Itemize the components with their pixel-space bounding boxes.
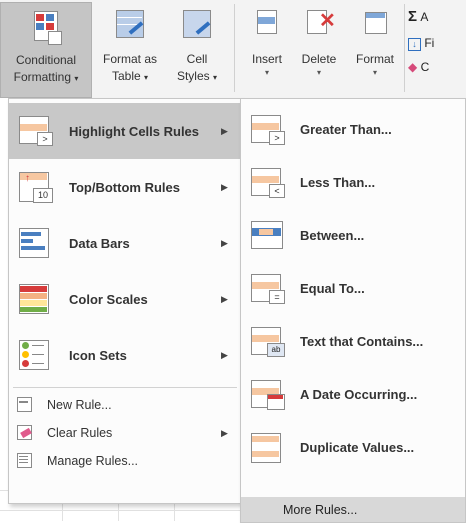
equal-to-label: Equal To...: [300, 281, 365, 296]
format-as-table-label-2: Table: [111, 69, 141, 83]
ribbon-separator: [234, 4, 235, 92]
icon-sets-label: Icon Sets: [69, 347, 127, 363]
insert-button[interactable]: Insert ▾: [244, 2, 290, 96]
format-dropdown-icon: ▾: [372, 68, 377, 77]
delete-dropdown-icon: ▾: [316, 68, 321, 77]
menu-item-manage-rules[interactable]: Manage Rules...: [9, 447, 241, 475]
clear-rules-label: Clear Rules: [47, 426, 113, 440]
ribbon-separator: [404, 4, 405, 92]
submenu-arrow-icon: ▶: [221, 237, 228, 248]
fill-label: Fi: [424, 36, 435, 50]
text-contains-icon: ab: [251, 325, 287, 359]
less-than-icon: <: [251, 166, 287, 200]
cell-styles-label-1: Cell: [186, 52, 208, 66]
date-occurring-label: A Date Occurring...: [300, 387, 418, 402]
manage-rules-icon: [17, 453, 33, 469]
autosum-button[interactable]: Σ A: [408, 6, 428, 28]
clear-button[interactable]: ◆ C: [408, 56, 429, 78]
data-bars-label: Data Bars: [69, 235, 130, 251]
greater-than-icon: >: [251, 113, 287, 147]
submenu-arrow-icon: ▶: [221, 349, 228, 360]
highlight-cells-rules-icon: >: [19, 114, 53, 148]
insert-cells-icon: [247, 4, 287, 50]
menu-separator: [13, 387, 237, 388]
between-label: Between...: [300, 228, 365, 243]
submenu-item-less-than[interactable]: < Less Than...: [241, 156, 465, 209]
clear-label: C: [420, 60, 430, 74]
menu-item-color-scales[interactable]: Color Scales ▶: [9, 271, 241, 327]
conditional-formatting-label-2: Formatting: [13, 70, 71, 84]
new-rule-icon: [17, 397, 33, 413]
cell-styles-label-2: Styles: [176, 69, 210, 83]
format-as-table-icon: [110, 4, 150, 50]
menu-item-data-bars[interactable]: Data Bars ▶: [9, 215, 241, 271]
equal-to-icon: =: [251, 272, 287, 306]
submenu-arrow-icon: ▶: [221, 293, 228, 304]
cell-styles-icon: [177, 4, 217, 50]
manage-rules-label: Manage Rules...: [47, 454, 139, 468]
submenu-item-duplicate-values[interactable]: Duplicate Values...: [241, 421, 465, 474]
format-as-table-label-1: Format as: [102, 52, 157, 66]
submenu-item-greater-than[interactable]: > Greater Than...: [241, 103, 465, 156]
conditional-formatting-label-1: Conditional: [15, 53, 77, 67]
greater-than-label: Greater Than...: [300, 122, 392, 137]
text-contains-label: Text that Contains...: [300, 334, 424, 349]
submenu-item-between[interactable]: Between...: [241, 209, 465, 262]
insert-label: Insert: [251, 52, 282, 66]
highlight-cells-rules-submenu: > Greater Than... < Less Than... Between…: [240, 98, 466, 523]
autosum-label: A: [420, 10, 429, 24]
menu-item-new-rule[interactable]: New Rule...: [9, 391, 241, 419]
menu-item-icon-sets[interactable]: Icon Sets ▶: [9, 327, 241, 383]
duplicate-values-label: Duplicate Values...: [300, 440, 415, 455]
format-as-table-button[interactable]: Format as Table ▾: [94, 2, 166, 96]
color-scales-icon: [19, 282, 53, 316]
cell-styles-button[interactable]: Cell Styles ▾: [168, 2, 226, 96]
new-rule-label: New Rule...: [47, 398, 112, 412]
format-label: Format: [355, 52, 394, 66]
submenu-item-date-occurring[interactable]: A Date Occurring...: [241, 368, 465, 421]
between-icon: [251, 219, 287, 253]
insert-dropdown-icon: ▾: [264, 68, 269, 77]
conditional-formatting-button[interactable]: Conditional Formatting ▾: [0, 2, 92, 98]
highlight-cells-rules-label: Highlight Cells Rules: [69, 123, 200, 139]
delete-label: Delete: [301, 52, 337, 66]
icon-sets-icon: [19, 338, 53, 372]
more-rules-label: More Rules...: [283, 502, 358, 517]
sum-icon: Σ: [408, 8, 418, 25]
top-bottom-rules-label: Top/Bottom Rules: [69, 179, 180, 195]
color-scales-label: Color Scales: [69, 291, 148, 307]
submenu-arrow-icon: ▶: [221, 181, 228, 192]
conditional-formatting-icon: [26, 5, 66, 51]
delete-button[interactable]: ✕ Delete ▾: [296, 2, 342, 96]
top-bottom-rules-icon: ↑ 10: [19, 170, 53, 204]
conditional-formatting-menu: > Highlight Cells Rules ▶ ↑ 10 Top/Botto…: [8, 98, 242, 504]
fill-icon: ↓: [408, 38, 421, 51]
delete-cells-icon: ✕: [299, 4, 339, 50]
format-button[interactable]: Format ▾: [348, 2, 402, 96]
less-than-label: Less Than...: [300, 175, 376, 190]
date-occurring-icon: [251, 378, 287, 412]
ribbon: Conditional Formatting ▾ Format as Table…: [0, 0, 466, 99]
fill-button[interactable]: ↓ Fi: [408, 32, 434, 54]
format-cells-icon: [355, 4, 395, 50]
submenu-arrow-icon: ▶: [221, 125, 228, 136]
more-rules-item[interactable]: More Rules...: [241, 497, 465, 522]
menu-item-clear-rules[interactable]: Clear Rules ▶: [9, 419, 241, 447]
submenu-item-text-contains[interactable]: ab Text that Contains...: [241, 315, 465, 368]
eraser-icon: ◆: [408, 60, 418, 74]
menu-item-top-bottom-rules[interactable]: ↑ 10 Top/Bottom Rules ▶: [9, 159, 241, 215]
clear-rules-icon: [17, 425, 33, 441]
submenu-item-equal-to[interactable]: = Equal To...: [241, 262, 465, 315]
submenu-arrow-icon: ▶: [221, 427, 228, 438]
menu-item-highlight-cells-rules[interactable]: > Highlight Cells Rules ▶: [9, 103, 241, 159]
duplicate-values-icon: [251, 431, 287, 465]
data-bars-icon: [19, 226, 53, 260]
